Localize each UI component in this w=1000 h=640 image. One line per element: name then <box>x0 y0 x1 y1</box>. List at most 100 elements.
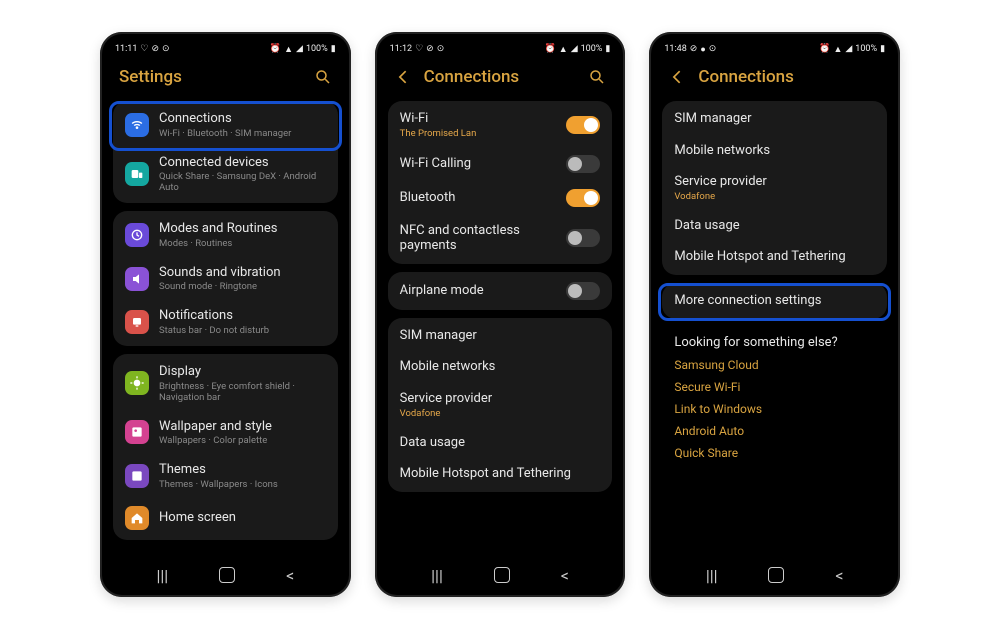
nav-back[interactable]: < <box>561 566 569 585</box>
item-label: Data usage <box>400 435 601 451</box>
list-item[interactable]: NFC and contactless payments <box>388 215 613 262</box>
list-item[interactable]: ThemesThemes · Wallpapers · Icons <box>113 454 338 498</box>
item-label: Notifications <box>159 308 326 324</box>
item-label: Service provider <box>400 391 601 407</box>
related-link[interactable]: Link to Windows <box>660 398 889 420</box>
phone-connections-top: 11:12♡⊘⊙ ⏰▲◢100%▮ Connections Wi-FiThe P… <box>375 32 626 597</box>
search-icon[interactable] <box>588 68 606 86</box>
navbar: ||| < <box>654 558 895 592</box>
related-link[interactable]: Quick Share <box>660 442 889 464</box>
list-item[interactable]: NotificationsStatus bar · Do not disturb <box>113 300 338 344</box>
list-item[interactable]: Mobile Hotspot and Tethering <box>388 458 613 490</box>
list-item[interactable]: Data usage <box>388 427 613 459</box>
toggle[interactable] <box>566 189 600 207</box>
back-icon[interactable] <box>394 67 414 87</box>
item-label: Wi-Fi Calling <box>400 156 557 172</box>
item-label: Wallpaper and style <box>159 419 326 435</box>
item-sub: Quick Share · Samsung DeX · Android Auto <box>159 171 326 193</box>
header: Connections <box>654 59 895 97</box>
nav-home[interactable] <box>494 567 510 583</box>
toggle[interactable] <box>566 282 600 300</box>
navbar: ||| < <box>105 558 346 592</box>
nav-recent[interactable]: ||| <box>706 566 718 585</box>
status-time: 11:48 <box>664 44 686 54</box>
item-label: Home screen <box>159 510 326 526</box>
list-item[interactable]: Airplane mode <box>388 274 613 308</box>
theme-icon <box>125 464 149 488</box>
battery-pct: 100% <box>855 44 877 54</box>
list-item[interactable]: Connected devicesQuick Share · Samsung D… <box>113 147 338 202</box>
nav-recent[interactable]: ||| <box>431 566 443 585</box>
item-label: SIM manager <box>674 111 875 127</box>
status-time: 11:12 <box>390 44 412 54</box>
list-item[interactable]: DisplayBrightness · Eye comfort shield ·… <box>113 356 338 411</box>
list-item[interactable]: Wi-FiThe Promised Lan <box>388 103 613 147</box>
toggle[interactable] <box>566 116 600 134</box>
list-item[interactable]: Bluetooth <box>388 181 613 215</box>
nav-home[interactable] <box>768 567 784 583</box>
item-sub: Modes · Routines <box>159 238 326 249</box>
list-item[interactable]: Mobile networks <box>662 135 887 167</box>
item-label: SIM manager <box>400 328 601 344</box>
toggle[interactable] <box>566 155 600 173</box>
item-sub: Themes · Wallpapers · Icons <box>159 479 326 490</box>
list-item[interactable]: Mobile Hotspot and Tethering <box>662 241 887 273</box>
connections-list[interactable]: SIM manager Mobile networksService provid… <box>654 97 895 558</box>
page-title: Connections <box>424 67 579 87</box>
mute-icon: ⊘ <box>152 44 160 54</box>
nav-home[interactable] <box>219 567 235 583</box>
item-sub: Sound mode · Ringtone <box>159 281 326 292</box>
looking-title: Looking for something else? <box>660 327 889 354</box>
alarm-icon: ⏰ <box>270 44 281 54</box>
connections-list[interactable]: Wi-FiThe Promised Lan Wi-Fi Calling Blueto… <box>380 97 621 558</box>
screen: 11:11 ♡ ⊘ ⊙ ⏰ ▲ ◢ 100% ▮ Settings Connec… <box>105 37 346 592</box>
navbar: ||| < <box>380 558 621 592</box>
item-label: More connection settings <box>674 293 875 309</box>
nav-back[interactable]: < <box>286 566 294 585</box>
item-sub: The Promised Lan <box>400 128 557 139</box>
item-label: Sounds and vibration <box>159 265 326 281</box>
item-sub: Vodafone <box>400 408 601 419</box>
item-label: Mobile Hotspot and Tethering <box>674 249 875 265</box>
nav-back[interactable]: < <box>835 566 843 585</box>
related-link[interactable]: Samsung Cloud <box>660 354 889 376</box>
list-item[interactable]: Mobile networks <box>388 351 613 383</box>
list-item[interactable]: Data usage <box>662 210 887 242</box>
list-item[interactable]: Service providerVodafone <box>388 383 613 427</box>
list-item[interactable]: SIM manager <box>388 320 613 352</box>
item-label: Airplane mode <box>400 283 557 299</box>
whatsapp-icon: ♡ <box>140 44 148 54</box>
list-item[interactable]: Sounds and vibrationSound mode · Rington… <box>113 257 338 301</box>
dnd-icon: ⊙ <box>162 44 170 54</box>
list-item[interactable]: ConnectionsWi-Fi · Bluetooth · SIM manag… <box>113 103 338 147</box>
item-sub: Wi-Fi · Bluetooth · SIM manager <box>159 128 326 139</box>
battery-icon: ▮ <box>331 44 336 54</box>
list-item[interactable]: Wi-Fi Calling <box>388 147 613 181</box>
settings-list[interactable]: ConnectionsWi-Fi · Bluetooth · SIM manag… <box>105 97 346 558</box>
related-link[interactable]: Android Auto <box>660 420 889 442</box>
nav-recent[interactable]: ||| <box>156 566 168 585</box>
home-icon <box>125 506 149 530</box>
list-item[interactable]: Home screen <box>113 498 338 538</box>
statusbar: 11:11 ♡ ⊘ ⊙ ⏰ ▲ ◢ 100% ▮ <box>105 37 346 59</box>
list-item[interactable]: More connection settings <box>662 285 887 317</box>
back-icon[interactable] <box>668 67 688 87</box>
toggle[interactable] <box>566 229 600 247</box>
page-title: Settings <box>119 67 304 87</box>
item-sub: Brightness · Eye comfort shield · Naviga… <box>159 381 326 403</box>
display-icon <box>125 371 149 395</box>
search-icon[interactable] <box>314 68 332 86</box>
list-item[interactable]: SIM manager <box>662 103 887 135</box>
item-label: Display <box>159 364 326 380</box>
item-label: Wi-Fi <box>400 111 557 127</box>
item-label: Connected devices <box>159 155 326 171</box>
list-item[interactable]: Wallpaper and styleWallpapers · Color pa… <box>113 411 338 455</box>
related-link[interactable]: Secure Wi-Fi <box>660 376 889 398</box>
wifi-icon <box>125 113 149 137</box>
list-item[interactable]: Modes and RoutinesModes · Routines <box>113 213 338 257</box>
status-time: 11:11 <box>115 44 137 54</box>
item-sub: Vodafone <box>674 191 875 202</box>
phone-connections-bottom: 11:48⊘●⊙ ⏰▲◢100%▮ Connections SIM manage… <box>649 32 900 597</box>
list-item[interactable]: Service providerVodafone <box>662 166 887 210</box>
statusbar: 11:48⊘●⊙ ⏰▲◢100%▮ <box>654 37 895 59</box>
